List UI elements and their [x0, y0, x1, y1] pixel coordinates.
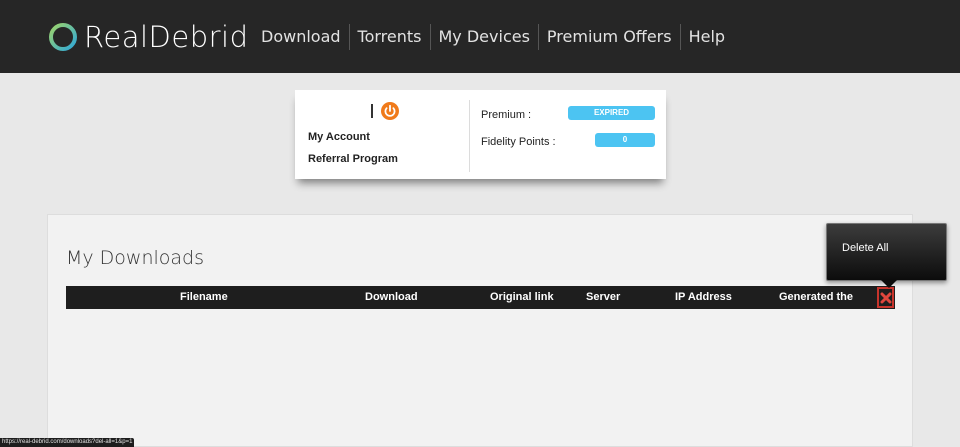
nav-help[interactable]: Help	[681, 24, 733, 50]
account-panel-left: My Account Referral Program	[295, 90, 469, 179]
fidelity-points-label: Fidelity Points :	[481, 136, 556, 148]
logo-text: RealDebrid	[84, 20, 249, 54]
delete-all-button[interactable]	[877, 287, 894, 308]
top-navbar: RealDebrid Download Torrents My Devices …	[0, 0, 960, 73]
main-nav: Download Torrents My Devices Premium Off…	[253, 24, 733, 50]
username-redacted	[307, 104, 373, 118]
column-filename: Filename	[180, 291, 228, 303]
column-ip-address: IP Address	[675, 291, 732, 303]
column-download: Download	[365, 291, 418, 303]
nav-download[interactable]: Download	[253, 24, 350, 50]
premium-label: Premium :	[481, 109, 532, 121]
delete-all-x-icon	[880, 292, 891, 303]
downloads-table-header: Filename Download Original link Server I…	[66, 286, 895, 309]
account-panel: My Account Referral Program Premium : EX…	[295, 90, 666, 179]
nav-my-devices[interactable]: My Devices	[431, 24, 539, 50]
status-bar-url: https://real-debrid.com/downloads?del-al…	[0, 438, 135, 447]
account-divider	[469, 100, 470, 172]
nav-premium-offers[interactable]: Premium Offers	[539, 24, 681, 50]
premium-status-badge: EXPIRED	[568, 106, 655, 120]
logo[interactable]: RealDebrid	[48, 20, 249, 54]
downloads-panel: My Downloads Filename Download Original …	[47, 214, 913, 447]
my-account-link[interactable]: My Account	[308, 131, 370, 143]
fidelity-points-badge: 0	[595, 133, 655, 147]
nav-torrents[interactable]: Torrents	[350, 24, 431, 50]
tooltip-arrow	[881, 280, 897, 288]
tooltip-text: Delete All	[842, 242, 889, 254]
logo-ring-icon	[49, 23, 77, 51]
referral-program-link[interactable]: Referral Program	[308, 153, 398, 165]
column-generated-the: Generated the	[779, 291, 853, 303]
page-title: My Downloads	[66, 247, 205, 269]
column-original-link: Original link	[490, 291, 554, 303]
power-icon[interactable]	[380, 101, 400, 121]
column-server: Server	[586, 291, 621, 303]
delete-all-tooltip: Delete All	[826, 223, 947, 288]
